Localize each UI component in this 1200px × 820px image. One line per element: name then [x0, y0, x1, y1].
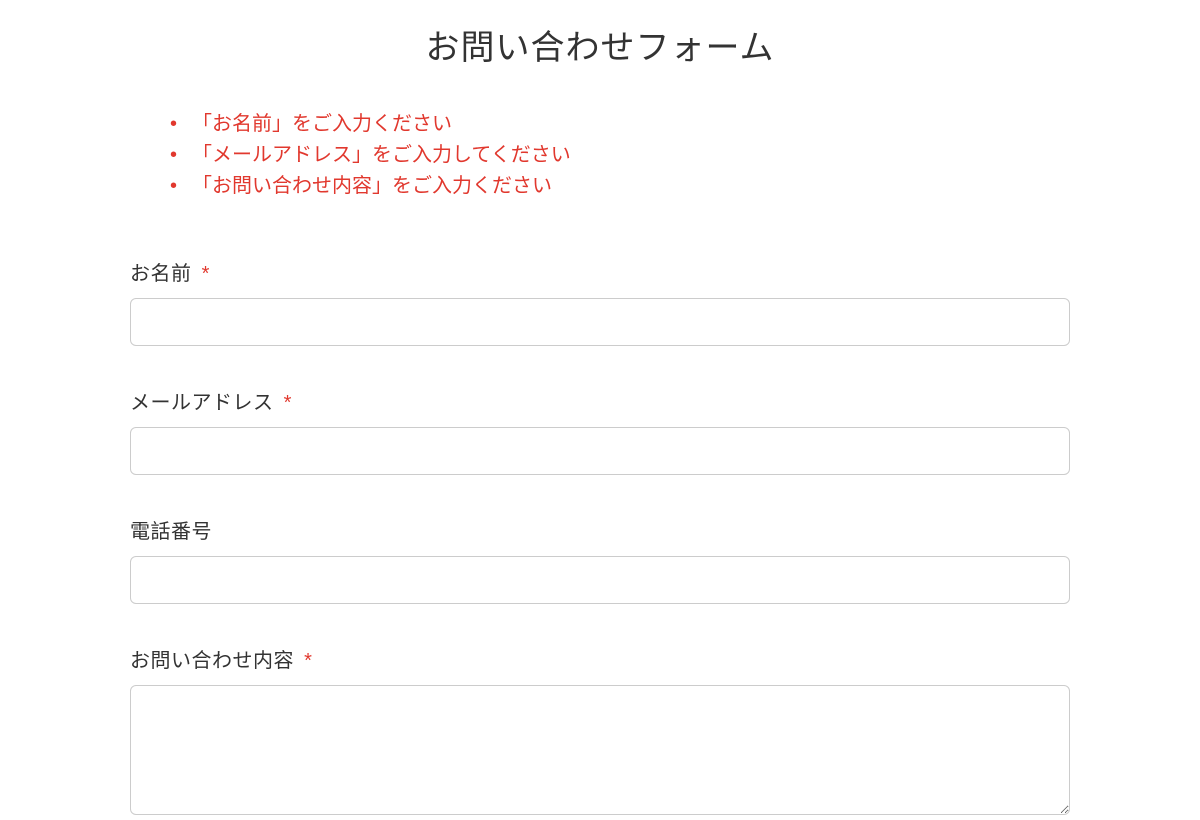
email-label-text: メールアドレス — [130, 392, 274, 414]
required-asterisk-icon: * — [284, 392, 292, 414]
name-label: お名前 * — [130, 257, 1070, 286]
message-label: お問い合わせ内容 * — [130, 644, 1070, 673]
required-asterisk-icon: * — [202, 263, 210, 285]
form-group-phone: 電話番号 — [130, 515, 1070, 604]
required-asterisk-icon: * — [304, 650, 312, 672]
error-list: 「お名前」をご入力ください 「メールアドレス」をご入力してください 「お問い合わ… — [170, 109, 1070, 202]
name-input[interactable] — [130, 298, 1070, 346]
email-input[interactable] — [130, 427, 1070, 475]
phone-label-text: 電話番号 — [130, 521, 212, 543]
message-label-text: お問い合わせ内容 — [130, 650, 294, 672]
email-label: メールアドレス * — [130, 386, 1070, 415]
phone-label: 電話番号 — [130, 515, 1070, 544]
form-group-email: メールアドレス * — [130, 386, 1070, 475]
form-group-message: お問い合わせ内容 * — [130, 644, 1070, 820]
contact-form-container: お問い合わせフォーム 「お名前」をご入力ください 「メールアドレス」をご入力して… — [0, 0, 1200, 820]
message-textarea[interactable] — [130, 685, 1070, 815]
name-label-text: お名前 — [130, 263, 192, 285]
phone-input[interactable] — [130, 556, 1070, 604]
error-item: 「お名前」をご入力ください — [170, 109, 1070, 140]
error-item: 「メールアドレス」をご入力してください — [170, 140, 1070, 171]
error-item: 「お問い合わせ内容」をご入力ください — [170, 171, 1070, 202]
form-title: お問い合わせフォーム — [130, 20, 1070, 69]
form-group-name: お名前 * — [130, 257, 1070, 346]
